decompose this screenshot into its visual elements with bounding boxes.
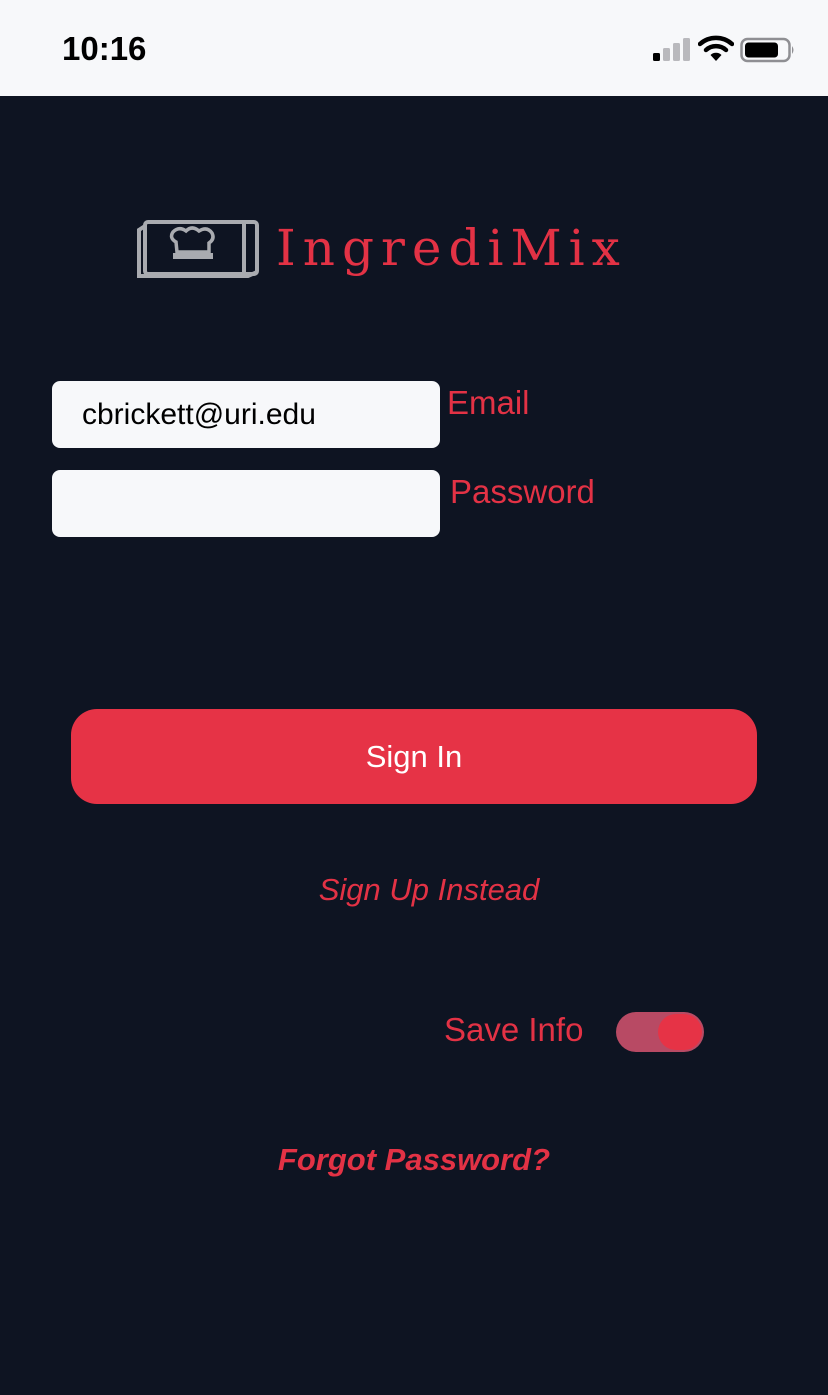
save-info-toggle[interactable] [616,1012,704,1052]
email-field[interactable]: cbrickett@uri.edu [52,381,440,448]
wifi-icon [698,35,734,61]
email-field-value: cbrickett@uri.edu [82,397,316,431]
sign-in-button[interactable]: Sign In [71,709,757,804]
sign-up-link[interactable]: Sign Up Instead [0,872,828,908]
chef-hat-book-icon [137,220,259,278]
battery-icon [740,37,794,63]
email-label: Email [447,384,530,421]
password-field[interactable] [52,470,440,537]
cellular-signal-icon [653,38,690,61]
app-logo: IngrediMix [136,218,716,286]
forgot-password-link[interactable]: Forgot Password? [0,1142,828,1178]
logo-wordmark: IngrediMix [276,219,627,277]
status-time: 10:16 [62,30,147,67]
save-info-label: Save Info [444,1011,584,1048]
sign-in-label: Sign In [365,738,463,774]
password-label: Password [450,473,595,510]
status-bar: 10:16 [0,0,828,96]
toggle-knob [658,1014,702,1050]
